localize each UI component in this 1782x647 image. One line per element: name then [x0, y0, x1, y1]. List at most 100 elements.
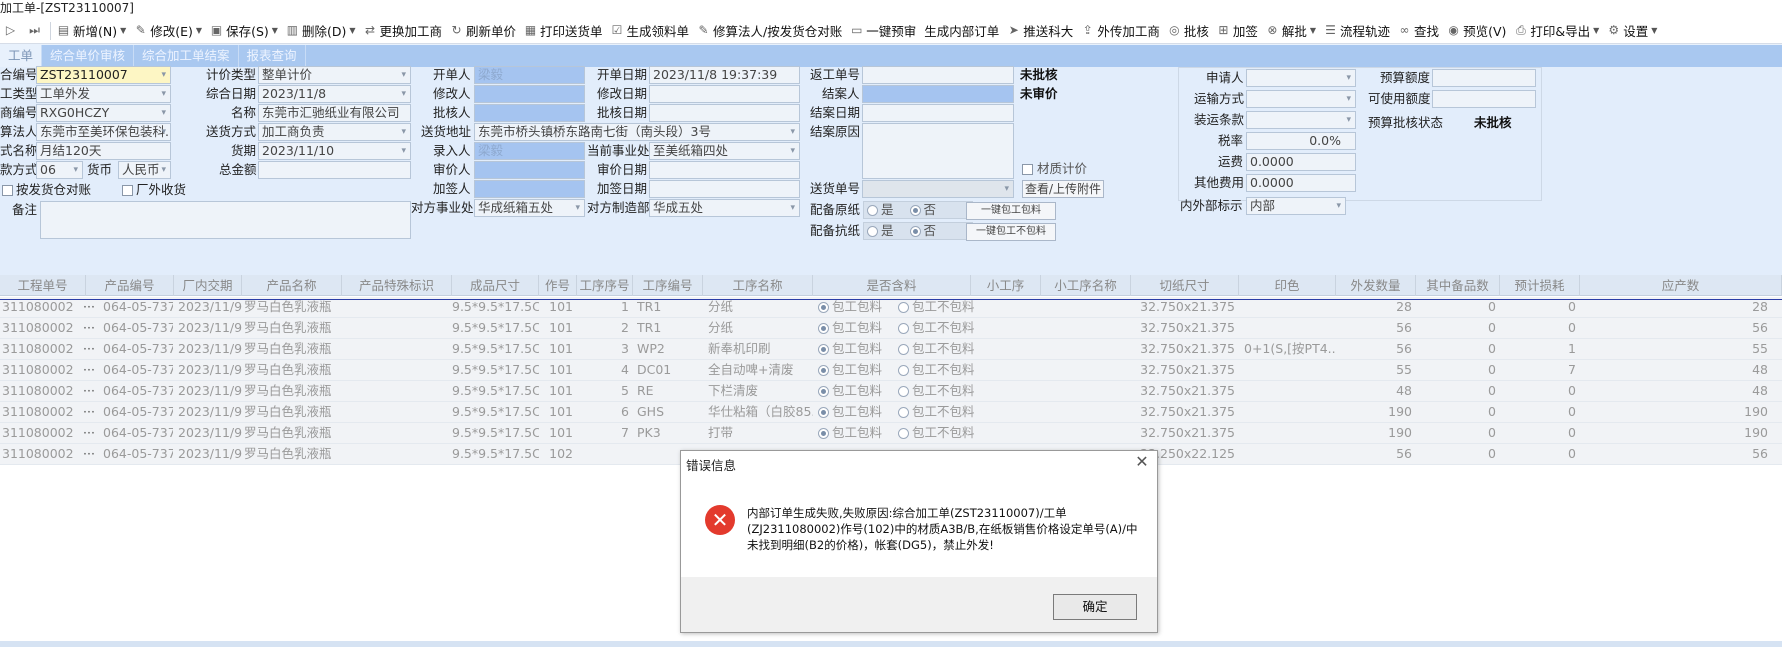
chevron-down-icon[interactable]: ▼ [1310, 26, 1316, 35]
order-type-select[interactable]: 工单外发 [36, 85, 171, 103]
auditor-field[interactable] [474, 161, 585, 179]
column-header[interactable]: 外发数量 [1336, 275, 1416, 296]
loading-select[interactable] [1246, 111, 1356, 129]
counter-mfg-select[interactable]: 华成五处 [649, 199, 800, 217]
outside-recv-checkbox[interactable] [122, 185, 133, 196]
ship-method-select[interactable]: 加工商负责 [258, 123, 411, 141]
radio-icon[interactable] [898, 407, 909, 418]
include-radio[interactable]: 包工包料 [818, 297, 894, 318]
toolbar-button-11[interactable]: ➤ 推送科大 [1003, 20, 1077, 42]
counter-dept-select[interactable]: 华成纸箱五处 [474, 199, 585, 217]
paper-no-radio[interactable] [909, 205, 921, 216]
ship-no-select[interactable] [862, 180, 1014, 198]
radio-icon[interactable] [898, 365, 909, 376]
tax-field[interactable]: 0.0% [1246, 132, 1356, 150]
order-no-field[interactable]: ZST23110007 [36, 66, 171, 84]
chevron-down-icon[interactable]: ▼ [1593, 26, 1599, 35]
pay-name-field[interactable]: 月结120天 [36, 142, 171, 160]
toolbar-button-13[interactable]: ◎ 批核 [1164, 20, 1213, 42]
toolbar-button-9[interactable]: ▭ 一键预审 [846, 20, 920, 42]
due-date-field[interactable]: 2023/11/10 [258, 142, 411, 160]
checker-field[interactable] [474, 104, 585, 122]
toolbar-button-12[interactable]: ⇪ 外传加工商 [1077, 20, 1164, 42]
column-header[interactable]: 小工序名称 [1041, 275, 1131, 296]
column-header[interactable]: 工程单号 [0, 275, 86, 296]
column-header[interactable]: 工序名称 [703, 275, 813, 296]
price-type-select[interactable]: 整单计价 [258, 66, 411, 84]
budget-field[interactable] [1432, 69, 1536, 87]
include-radio[interactable]: 包工包料 [818, 318, 894, 339]
column-header[interactable]: 产品名称 [242, 275, 342, 296]
date-field[interactable]: 2023/11/8 [258, 85, 411, 103]
more-icon[interactable]: ··· [80, 402, 98, 423]
more-icon[interactable]: ··· [80, 360, 98, 381]
close-icon[interactable]: ✕ [1133, 453, 1151, 471]
exclude-radio[interactable]: 包工不包料 [898, 318, 978, 339]
column-header[interactable]: 小工序 [971, 275, 1041, 296]
table-row[interactable]: 311080002 ··· 064-05-7378-... 2023/11/9罗马白色… [0, 360, 1782, 381]
include-radio[interactable]: 包工包料 [818, 339, 894, 360]
ok-button[interactable]: 确定 [1053, 594, 1137, 620]
modifier-field[interactable] [474, 85, 585, 103]
tab-price-audit[interactable]: 综合单价审核 [42, 45, 135, 67]
more-icon[interactable]: ··· [80, 444, 98, 465]
calc-person-select[interactable]: 东莞市至美环保包装科... [36, 123, 171, 141]
column-header[interactable]: 工序序号 [577, 275, 633, 296]
signer-field[interactable] [474, 180, 585, 198]
column-header[interactable]: 厂内交期 [174, 275, 242, 296]
more-icon[interactable]: ··· [80, 381, 98, 402]
toolbar-button-14[interactable]: ⊞ 加签 [1213, 20, 1262, 42]
tab-close-order[interactable]: 综合加工单结案 [134, 45, 239, 67]
column-header[interactable]: 是否含料 [813, 275, 971, 296]
nav-prev-button[interactable]: ▷ [0, 20, 24, 42]
other-field[interactable]: 0.0000 [1246, 174, 1356, 192]
toolbar-button-6[interactable]: ▦ 打印送货单 [520, 20, 607, 42]
column-header[interactable]: 产品编号 [86, 275, 174, 296]
exclude-radio[interactable]: 包工不包料 [898, 297, 978, 318]
toolbar-button-7[interactable]: ☑ 生成领料单 [607, 20, 694, 42]
toolbar-button-1[interactable]: ✎ 修改(E) ▼ [130, 20, 206, 42]
material-price-checkbox[interactable] [1022, 164, 1033, 175]
exclude-radio[interactable]: 包工不包料 [898, 381, 978, 402]
chevron-down-icon[interactable]: ▼ [120, 26, 126, 35]
inout-select[interactable]: 内部 [1246, 197, 1346, 215]
toolbar-button-16[interactable]: ☰ 流程轨迹 [1320, 20, 1394, 42]
column-header[interactable]: 作号 [539, 275, 577, 296]
include-radio[interactable]: 包工包料 [818, 381, 894, 402]
toolbar-button-19[interactable]: ⎙ 打印&导出 ▼ [1510, 20, 1603, 42]
by-warehouse-checkbox[interactable] [2, 185, 13, 196]
more-icon[interactable]: ··· [80, 339, 98, 360]
column-header[interactable]: 产品特殊标识 [342, 275, 452, 296]
ship-addr-select[interactable]: 东莞市桥头镇桥东路南七街（南头段）3号 [474, 123, 800, 141]
tab-order[interactable]: 工单 [0, 45, 43, 67]
column-header[interactable]: 工序编号 [633, 275, 703, 296]
radio-icon[interactable] [818, 344, 829, 355]
radio-icon[interactable] [818, 386, 829, 397]
radio-icon[interactable] [898, 302, 909, 313]
radio-icon[interactable] [818, 365, 829, 376]
toolbar-button-20[interactable]: ⚙ 设置 ▼ [1603, 20, 1661, 42]
board-yes-radio[interactable] [867, 226, 878, 237]
toolbar-button-18[interactable]: ◉ 预览(V) [1443, 20, 1510, 42]
radio-icon[interactable] [818, 428, 829, 439]
more-icon[interactable]: ··· [80, 423, 98, 444]
exclude-radio[interactable]: 包工不包料 [898, 402, 978, 423]
include-material-button[interactable]: 一键包工包料 [966, 202, 1056, 220]
return-no-field[interactable] [862, 66, 1014, 84]
toolbar-button-5[interactable]: ↻ 刷新单价 [446, 20, 520, 42]
chevron-down-icon[interactable]: ▼ [349, 26, 355, 35]
table-row[interactable]: 311080002 ··· 064-05-7378-... 2023/11/9罗马白色… [0, 318, 1782, 339]
table-row[interactable]: 311080002 ··· 064-05-7378-... 2023/11/9罗马白色… [0, 402, 1782, 423]
toolbar-button-17[interactable]: ∞ 查找 [1394, 20, 1443, 42]
toolbar-button-10[interactable]: 生成内部订单 [920, 20, 1003, 42]
audit-date-field[interactable] [649, 161, 800, 179]
exclude-material-button[interactable]: 一键包工不包料 [966, 223, 1056, 241]
toolbar-button-0[interactable]: ▤ 新增(N) ▼ [53, 20, 130, 42]
cur-dept-select[interactable]: 至美纸箱四处 [649, 142, 800, 160]
radio-icon[interactable] [818, 323, 829, 334]
nav-last-button[interactable]: ⏭ [24, 20, 48, 42]
more-icon[interactable]: ··· [80, 297, 98, 318]
table-row[interactable]: 311080002 ··· 064-05-7378-... 2023/11/9罗马白色… [0, 297, 1782, 318]
include-radio[interactable]: 包工包料 [818, 402, 894, 423]
column-header[interactable]: 成品尺寸 [452, 275, 539, 296]
